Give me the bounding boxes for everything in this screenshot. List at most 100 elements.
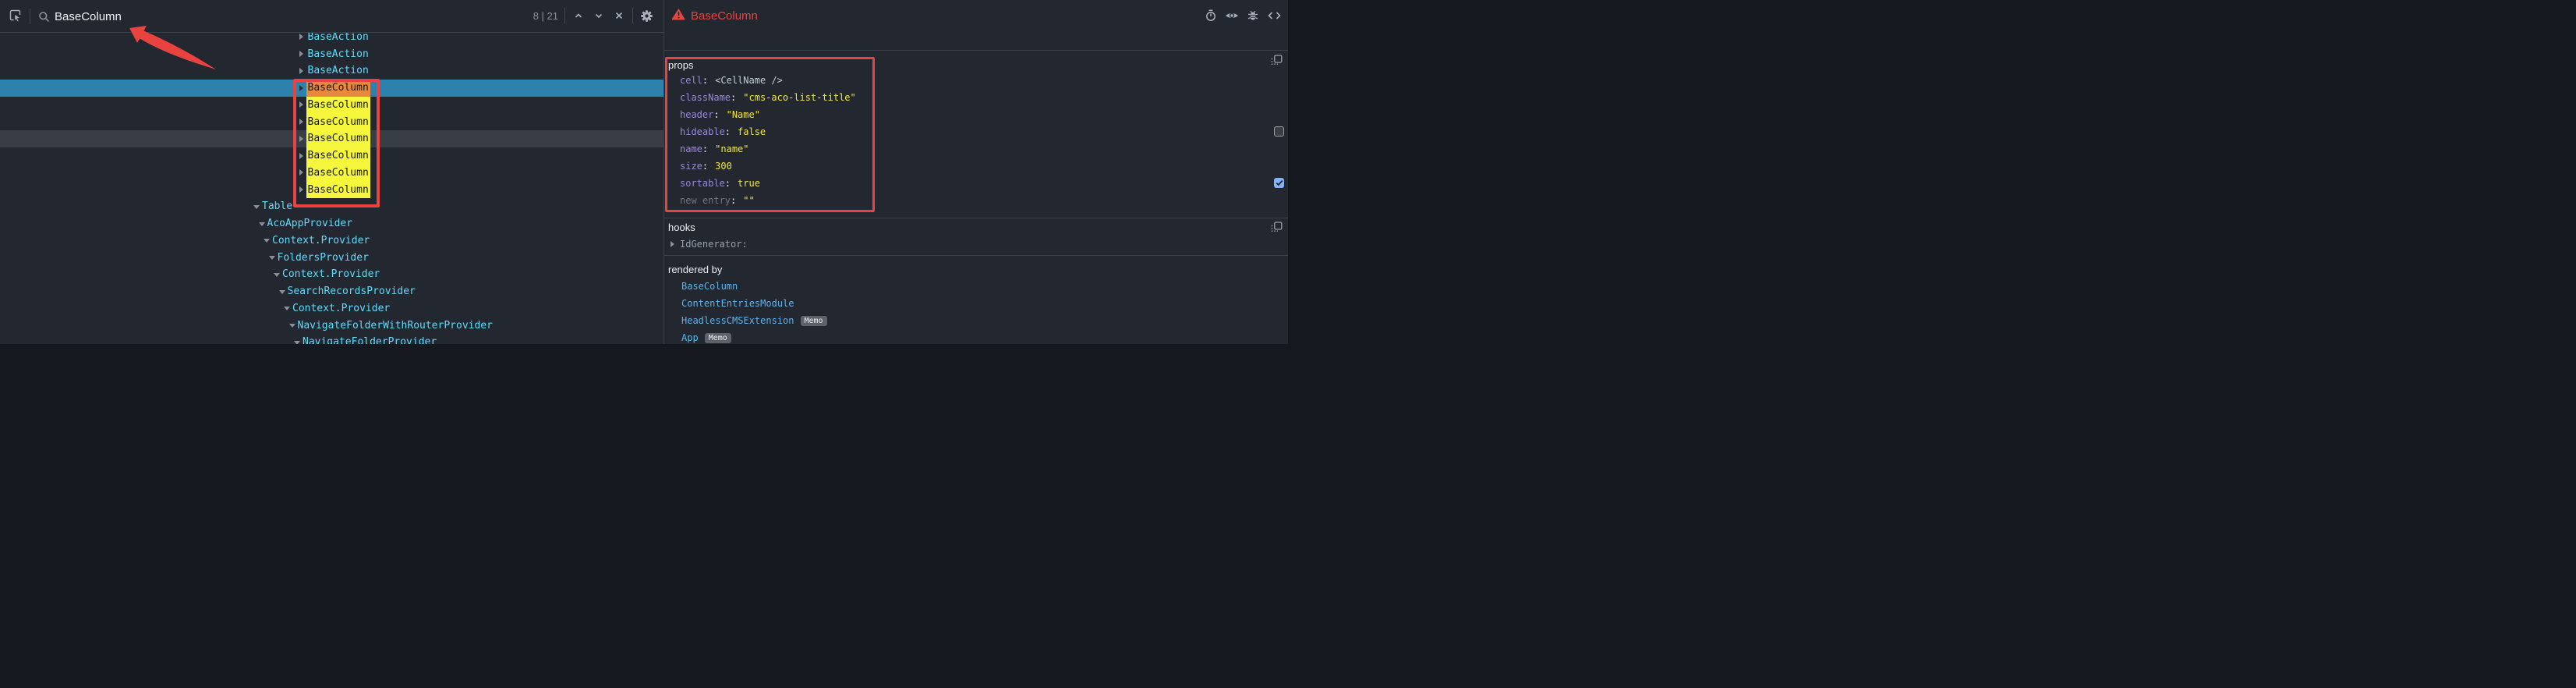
tree-row[interactable]: BaseColumn — [0, 147, 663, 165]
copy-hooks-icon[interactable] — [1270, 221, 1283, 233]
disclosure-triangle-icon[interactable] — [274, 273, 280, 277]
suspense-timer-icon[interactable] — [1204, 9, 1218, 23]
tree-row-label: BaseAction — [306, 33, 370, 45]
disclosure-triangle-icon[interactable] — [269, 256, 275, 260]
tree-row[interactable]: BaseColumn — [0, 97, 663, 114]
prop-row[interactable]: header:"Name" — [680, 106, 760, 123]
tree-row[interactable]: Context.Provider — [0, 266, 663, 283]
prop-row[interactable]: new entry:"" — [680, 192, 755, 209]
copy-props-icon[interactable] — [1270, 54, 1283, 66]
prop-boolean-checkbox[interactable] — [1274, 126, 1284, 137]
tree-row[interactable]: Context.Provider — [0, 232, 663, 250]
tree-row-label: AcoAppProvider — [266, 215, 355, 232]
hook-name: IdGenerator: — [680, 239, 748, 250]
prop-row[interactable]: cell:<CellName /> — [680, 72, 783, 89]
tree-row[interactable]: AcoAppProvider — [0, 215, 663, 232]
tree-row[interactable]: SearchRecordsProvider — [0, 283, 663, 300]
prop-row[interactable]: hideable: false — [680, 123, 766, 140]
inspect-dom-eye-icon[interactable] — [1225, 9, 1239, 23]
toolbar-divider — [632, 8, 633, 23]
disclosure-triangle-icon[interactable] — [671, 241, 674, 247]
tree-row[interactable]: BaseColumn — [0, 130, 663, 147]
prop-value[interactable]: "" — [743, 195, 754, 206]
log-to-console-bug-icon[interactable] — [1246, 9, 1260, 23]
prop-key: sortable — [680, 178, 725, 189]
tree-row[interactable]: BaseAction — [0, 45, 663, 62]
prop-colon: : — [725, 126, 731, 137]
prop-key: hideable — [680, 126, 725, 137]
next-match-button[interactable] — [592, 9, 606, 23]
prop-row[interactable]: sortable:true — [680, 175, 760, 192]
prop-value[interactable]: true — [738, 178, 760, 189]
disclosure-triangle-icon[interactable] — [299, 51, 303, 57]
tree-row-label: BaseAction — [306, 62, 370, 80]
search-input[interactable] — [53, 5, 306, 28]
disclosure-triangle-icon[interactable] — [294, 341, 300, 344]
prop-row[interactable]: size:300 — [680, 158, 732, 175]
disclosure-triangle-icon[interactable] — [284, 307, 290, 310]
disclosure-triangle-icon[interactable] — [299, 85, 303, 91]
section-divider — [664, 255, 1288, 256]
tree-row-label: BaseAction — [306, 45, 370, 62]
prop-key: size — [680, 161, 702, 172]
view-source-code-icon[interactable] — [1267, 9, 1281, 23]
rendered-by-section-label: rendered by — [668, 261, 722, 278]
disclosure-triangle-icon[interactable] — [299, 101, 303, 108]
disclosure-triangle-icon[interactable] — [299, 186, 303, 193]
prop-value[interactable]: "Name" — [727, 109, 760, 120]
tree-row[interactable]: BaseColumn — [0, 113, 663, 130]
disclosure-triangle-icon[interactable] — [299, 136, 303, 142]
tree-row-label: BaseColumn — [306, 147, 370, 165]
tree-row[interactable]: BaseAction — [0, 33, 663, 45]
disclosure-triangle-icon[interactable] — [299, 34, 303, 40]
inspect-element-button[interactable] — [9, 9, 23, 23]
rendered-by-owner-link[interactable]: App — [681, 332, 699, 343]
prop-value[interactable]: 300 — [715, 161, 732, 172]
disclosure-triangle-icon[interactable] — [253, 205, 260, 209]
inspected-component-title: BaseColumn — [691, 9, 758, 23]
previous-match-button[interactable] — [571, 9, 586, 23]
inspected-element-header: BaseColumn — [664, 0, 1288, 51]
tree-row-label: Table — [260, 198, 294, 215]
tree-row[interactable]: NavigateFolderWithRouterProvider — [0, 317, 663, 334]
rendered-by-owner-link[interactable]: HeadlessCMSExtension — [681, 315, 794, 326]
prop-row[interactable]: className:"cms-aco-list-title" — [680, 89, 856, 106]
error-boundary-warning-icon — [672, 8, 685, 24]
disclosure-triangle-icon[interactable] — [299, 169, 303, 176]
tree-row[interactable]: BaseColumn — [0, 165, 663, 182]
disclosure-triangle-icon[interactable] — [279, 290, 285, 294]
disclosure-triangle-icon[interactable] — [289, 324, 295, 328]
prop-value[interactable]: <CellName /> — [715, 75, 783, 86]
hook-row[interactable]: IdGenerator: — [680, 236, 748, 253]
rendered-by-row: ContentEntriesModule — [681, 295, 794, 312]
prop-colon: : — [702, 144, 708, 154]
search-result-count: 8 | 21 — [533, 10, 558, 22]
clear-search-button[interactable] — [612, 9, 626, 23]
prop-boolean-checkbox[interactable] — [1274, 178, 1284, 188]
tree-row-label: BaseColumn — [306, 181, 370, 198]
tree-row[interactable]: FoldersProvider — [0, 249, 663, 266]
disclosure-triangle-icon[interactable] — [259, 222, 265, 226]
rendered-by-owner-link[interactable]: BaseColumn — [681, 281, 738, 292]
rendered-by-row: BaseColumn — [681, 278, 738, 295]
disclosure-triangle-icon[interactable] — [264, 239, 270, 243]
prop-colon: : — [713, 109, 719, 120]
prop-value[interactable]: "cms-aco-list-title" — [743, 92, 856, 103]
tree-row[interactable]: NavigateFolderProvider — [0, 334, 663, 344]
prop-row[interactable]: name:"name" — [680, 140, 749, 158]
disclosure-triangle-icon[interactable] — [299, 153, 303, 159]
tree-row[interactable]: BaseColumn — [0, 80, 663, 97]
tree-row-label: BaseColumn — [306, 165, 370, 182]
search-controls: 8 | 21 — [533, 8, 653, 23]
prop-value[interactable]: "name" — [715, 144, 748, 154]
rendered-by-owner-link[interactable]: ContentEntriesModule — [681, 298, 794, 309]
prop-value[interactable]: false — [738, 126, 766, 137]
disclosure-triangle-icon[interactable] — [299, 119, 303, 125]
tree-row[interactable]: Context.Provider — [0, 300, 663, 317]
prop-colon: : — [731, 195, 736, 206]
tree-row[interactable]: BaseColumn — [0, 181, 663, 198]
tree-row[interactable]: Table — [0, 198, 663, 215]
settings-gear-button[interactable] — [639, 9, 653, 23]
tree-row[interactable]: BaseAction — [0, 62, 663, 80]
disclosure-triangle-icon[interactable] — [299, 68, 303, 74]
